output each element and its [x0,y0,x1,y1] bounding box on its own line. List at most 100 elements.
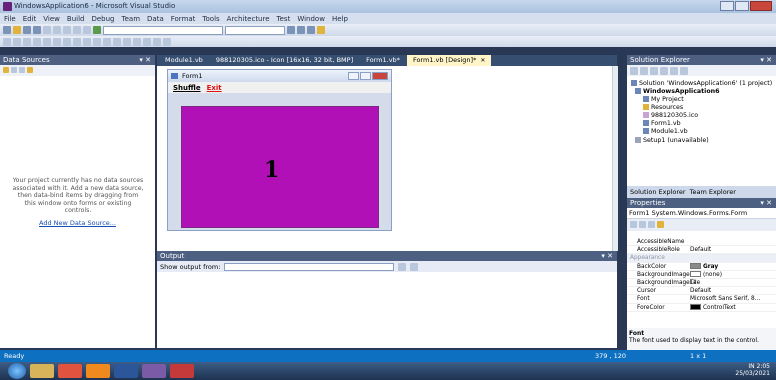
property-row[interactable]: BackColor Gray [627,263,776,271]
menu-window[interactable]: Window [297,15,325,23]
properties-icon[interactable] [307,26,315,34]
solution-config-combo[interactable] [103,25,223,35]
events-icon[interactable] [657,221,664,228]
clock-date[interactable]: 25/03/2021 [735,370,770,377]
menu-team[interactable]: Team [122,15,141,23]
tab-form1-code[interactable]: Form1.vb* [360,55,406,66]
menu-file[interactable]: File [4,15,16,23]
start-debugging-icon[interactable] [93,26,101,34]
edit-dataset-icon[interactable] [11,67,17,73]
menu-build[interactable]: Build [67,15,85,23]
align-middles-icon[interactable] [43,37,51,46]
tab-solution-explorer[interactable]: Solution Explorer [630,188,686,196]
shuffle-menu-item[interactable]: Shuffle [173,84,201,92]
word-taskbar-icon[interactable] [114,364,138,378]
redo-icon[interactable] [83,26,91,34]
exit-menu-item[interactable]: Exit [207,84,222,92]
align-to-grid-icon[interactable] [93,37,101,46]
tree-item-form1[interactable]: Form1.vb [643,120,681,127]
add-data-source-icon[interactable] [3,67,9,73]
object-selector[interactable]: Form1 System.Windows.Forms.Form [627,208,776,219]
close-button[interactable] [750,1,772,11]
properties-view-icon[interactable] [648,221,655,228]
add-new-data-source-link[interactable]: Add New Data Source... [0,219,155,227]
align-rights-icon[interactable] [23,37,31,46]
tree-item-resources[interactable]: Resources [643,104,683,111]
open-icon[interactable] [13,26,21,34]
property-value-cell[interactable]: (none) [687,271,776,278]
menu-test[interactable]: Test [277,15,291,23]
toolbox-icon[interactable] [317,26,325,34]
property-value[interactable]: Tile [687,279,776,286]
start-button-icon[interactable] [8,363,26,379]
firefox-taskbar-icon[interactable] [86,364,110,378]
property-value[interactable]: Default [687,287,776,294]
view-designer-icon[interactable] [670,67,678,75]
configure-dataset-icon[interactable] [19,67,25,73]
cut-icon[interactable] [43,26,51,34]
bring-to-front-icon[interactable] [143,37,151,46]
center-horizontally-icon[interactable] [123,37,131,46]
minimize-button[interactable] [720,1,734,11]
properties-icon[interactable] [630,67,638,75]
send-to-back-icon[interactable] [153,37,161,46]
center-vertically-icon[interactable] [133,37,141,46]
property-row[interactable]: Cursor Default [627,287,776,296]
make-same-width-icon[interactable] [63,37,71,46]
explorer-taskbar-icon[interactable] [30,364,54,378]
menu-format[interactable]: Format [171,15,196,23]
property-row[interactable]: BackgroundImage (none) [627,271,776,279]
align-bottoms-icon[interactable] [53,37,61,46]
app-taskbar-icon[interactable] [170,364,194,378]
property-row[interactable]: ForeColor ControlText [627,304,776,312]
solution-explorer-icon[interactable] [297,26,305,34]
menu-debug[interactable]: Debug [91,15,114,23]
output-pin-icon[interactable]: ▾ ✕ [601,251,613,261]
tree-item-my-project[interactable]: My Project [643,96,684,103]
clear-all-icon[interactable] [398,262,407,271]
horizontal-spacing-icon[interactable] [103,37,111,46]
property-row[interactable]: Font Microsoft Sans Serif, 8... [627,295,776,304]
properties-pin-icon[interactable]: ▾ ✕ [760,198,772,208]
save-all-icon[interactable] [33,26,41,34]
find-combo[interactable] [225,25,285,35]
se-pin-icon[interactable]: ▾ ✕ [760,55,772,65]
visual-studio-taskbar-icon[interactable] [142,364,166,378]
tab-order-icon[interactable] [163,37,171,46]
puzzle-panel[interactable]: 1 [181,106,379,228]
find-icon[interactable] [287,26,295,34]
tree-solution[interactable]: Solution 'WindowsApplication6' (1 projec… [631,80,772,87]
word-wrap-icon[interactable] [410,262,419,271]
form-menustrip[interactable]: Shuffle Exit [168,82,391,93]
menu-data[interactable]: Data [147,15,164,23]
panel-pin-icon[interactable]: ▾ ✕ [139,55,151,65]
menu-tools[interactable]: Tools [202,15,219,23]
tab-team-explorer[interactable]: Team Explorer [690,188,736,196]
menu-view[interactable]: View [43,15,60,23]
tree-item-module1[interactable]: Module1.vb [643,128,688,135]
save-icon[interactable] [23,26,31,34]
property-value-cell[interactable]: ControlText [687,304,776,311]
property-value-cell[interactable]: Gray [687,263,776,270]
menu-edit[interactable]: Edit [23,15,37,23]
tree-setup[interactable]: Setup1 (unavailable) [635,137,709,144]
property-row[interactable]: BackgroundImageLa Tile [627,279,776,288]
maximize-button[interactable] [735,1,749,11]
output-source-select[interactable] [224,262,395,271]
vertical-spacing-icon[interactable] [113,37,121,46]
make-same-size-icon[interactable] [83,37,91,46]
tab-icon-file[interactable]: 988120305.ico - Icon [16x16, 32 bit, BMP… [210,55,359,66]
property-value[interactable] [687,238,776,245]
align-tops-icon[interactable] [33,37,41,46]
undo-icon[interactable] [73,26,81,34]
refresh-icon[interactable] [650,67,658,75]
class-diagram-icon[interactable] [680,67,688,75]
menu-help[interactable]: Help [332,15,348,23]
copy-icon[interactable] [53,26,61,34]
menu-architecture[interactable]: Architecture [227,15,270,23]
property-value[interactable]: Microsoft Sans Serif, 8... [687,295,776,302]
view-code-icon[interactable] [660,67,668,75]
align-lefts-icon[interactable] [3,37,11,46]
make-same-height-icon[interactable] [73,37,81,46]
property-category[interactable]: Appearance [627,254,776,263]
